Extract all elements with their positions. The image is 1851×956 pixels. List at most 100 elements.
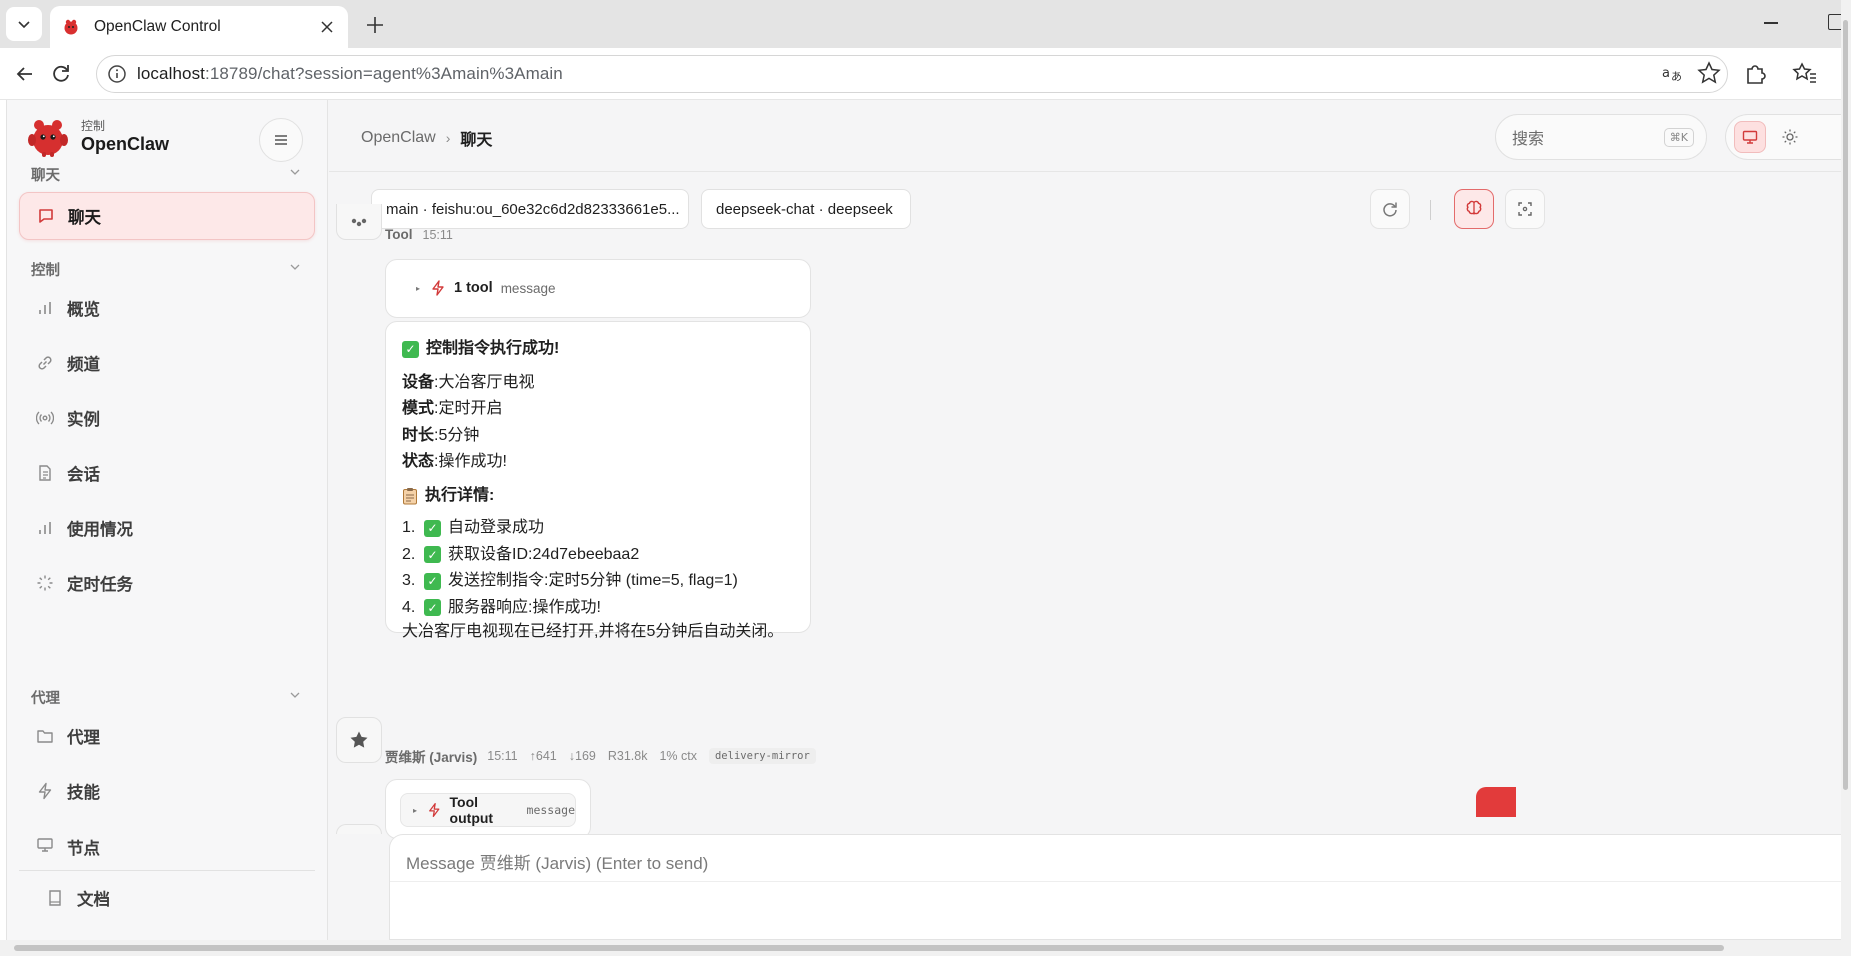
check-icon: ✓ bbox=[402, 340, 419, 358]
search-input[interactable]: 搜索 ⌘K bbox=[1495, 114, 1707, 160]
sidebar-item-label: 技能 bbox=[67, 784, 100, 802]
list-item: 4. ✓ 服务器响应:操作成功! bbox=[402, 598, 601, 617]
sidebar-item-label: 代理 bbox=[67, 729, 100, 747]
sidebar-item-chat[interactable]: 聊天 bbox=[19, 192, 315, 240]
refresh-icon bbox=[1383, 202, 1397, 217]
tool-link-icon bbox=[351, 218, 367, 226]
reply-title: ✓ 控制指令执行成功! bbox=[402, 336, 783, 363]
tool-output-toggle[interactable]: ▸ Tool output message bbox=[400, 793, 576, 827]
message-time: 15:11 bbox=[487, 749, 518, 763]
sidebar-item-agents[interactable]: 代理 bbox=[19, 712, 315, 760]
composer-placeholder: Message 贾维斯 (Jarvis) (Enter to send) bbox=[406, 854, 709, 873]
model-select[interactable]: deepseek-chat · deepseek bbox=[701, 189, 911, 229]
brand: 控制 OpenClaw bbox=[27, 116, 169, 158]
reply-body: ✓ 控制指令执行成功! 设备:大冶客厅电视 模式:定时开启 时长:5分钟 状态:… bbox=[402, 336, 783, 643]
top-header: OpenClaw › 聊天 搜索 ⌘K bbox=[329, 100, 1842, 172]
theme-system-button[interactable] bbox=[1734, 121, 1766, 153]
site-info-icon[interactable] bbox=[107, 64, 127, 84]
sender-name: Tool bbox=[385, 227, 413, 242]
bolt-icon bbox=[429, 803, 440, 817]
check-icon: ✓ bbox=[424, 599, 441, 617]
sidebar-item-instances[interactable]: 实例 bbox=[19, 394, 315, 442]
breadcrumb-separator: › bbox=[445, 130, 451, 146]
extensions-icon[interactable] bbox=[1742, 60, 1768, 86]
url-text: localhost:18789/chat?session=agent%3Amai… bbox=[137, 64, 563, 83]
scrollbar-thumb[interactable] bbox=[14, 945, 1724, 951]
sidebar-item-overview[interactable]: 概览 bbox=[19, 284, 315, 332]
chat-bubble-icon bbox=[36, 206, 56, 226]
toolbar-divider bbox=[1430, 200, 1431, 220]
section-header-agent[interactable]: 代理 bbox=[31, 687, 60, 708]
tab-title: OpenClaw Control bbox=[94, 18, 221, 35]
theme-light-button[interactable] bbox=[1776, 123, 1804, 151]
chevron-down-icon[interactable] bbox=[289, 166, 301, 178]
search-placeholder: 搜索 bbox=[1512, 131, 1545, 148]
minimize-window-icon[interactable] bbox=[1764, 22, 1778, 24]
sidebar-item-docs[interactable]: 文档 bbox=[29, 874, 315, 922]
tokens-down: ↓169 bbox=[568, 749, 596, 763]
session-select[interactable]: main · feishu:ou_60e32c6d2d82333661e5... bbox=[371, 189, 689, 229]
message-time: 15:11 bbox=[422, 227, 453, 242]
translate-icon[interactable]: aあ bbox=[1660, 60, 1686, 86]
sidebar-item-nodes[interactable]: 节点 bbox=[19, 822, 315, 862]
tool-call-summary[interactable]: ▸ 1 tool message bbox=[416, 280, 555, 296]
sidebar-item-scheduled-tasks[interactable]: 定时任务 bbox=[19, 559, 315, 607]
loader-icon bbox=[35, 573, 55, 593]
section-header-chat[interactable]: 聊天 bbox=[31, 164, 60, 185]
thinking-toggle-button[interactable] bbox=[1454, 189, 1494, 229]
list-item: 1. ✓ 自动登录成功 bbox=[402, 519, 545, 537]
vertical-scrollbar[interactable] bbox=[1841, 0, 1851, 956]
sidebar-item-usage[interactable]: 使用情况 bbox=[19, 504, 315, 552]
reload-icon[interactable] bbox=[48, 61, 74, 87]
openclaw-logo-icon bbox=[28, 120, 68, 157]
sidebar-item-skills[interactable]: 技能 bbox=[19, 767, 315, 815]
tool-output-tag: message bbox=[526, 803, 575, 817]
assistant-reply-card: ✓ 控制指令执行成功! 设备:大冶客厅电视 模式:定时开启 时长:5分钟 状态:… bbox=[385, 321, 811, 640]
delivery-tag: delivery-mirror bbox=[708, 748, 816, 764]
browser-tab[interactable]: OpenClaw Control bbox=[50, 6, 348, 48]
favorites-icon[interactable] bbox=[1792, 60, 1818, 86]
tool-output-card[interactable]: ▸ Tool output message bbox=[385, 779, 591, 839]
scrollbar-thumb[interactable] bbox=[1843, 20, 1848, 790]
assistant-message-meta: 贾维斯 (Jarvis) 15:11 ↑641 ↓169 R31.8k 1% c… bbox=[385, 746, 816, 766]
bar-chart-icon bbox=[35, 518, 55, 538]
send-button[interactable] bbox=[1476, 787, 1516, 817]
sidebar-item-sessions[interactable]: 会话 bbox=[19, 449, 315, 497]
close-tab-icon[interactable] bbox=[318, 18, 336, 36]
hamburger-icon bbox=[275, 135, 287, 145]
focus-frame-icon bbox=[1518, 202, 1532, 216]
bookmark-star-icon[interactable] bbox=[1696, 60, 1722, 86]
check-icon: ✓ bbox=[424, 546, 441, 564]
refresh-button[interactable] bbox=[1370, 189, 1410, 229]
monitor-icon bbox=[1742, 130, 1758, 144]
tool-output-label: Tool output bbox=[449, 794, 494, 826]
tool-call-card[interactable]: ▸ 1 tool message bbox=[385, 259, 811, 318]
bolt-icon bbox=[35, 781, 55, 801]
kv-mode: 模式:定时开启 bbox=[402, 400, 503, 417]
sidebar-item-label: 节点 bbox=[67, 840, 100, 858]
brand-subtitle: 控制 bbox=[81, 119, 106, 133]
chevron-down-icon[interactable] bbox=[289, 261, 301, 273]
sidebar-item-label: 频道 bbox=[67, 356, 100, 374]
list-item: 3. ✓ 发送控制指令:定时5分钟 (time=5, flag=1) bbox=[402, 572, 738, 590]
app-window: 控制 OpenClaw 聊天 聊天 控制 概览 频道 实例 会话 使用情况 定时… bbox=[6, 100, 1842, 940]
menu-toggle-button[interactable] bbox=[259, 118, 303, 162]
focus-mode-button[interactable] bbox=[1505, 189, 1545, 229]
section-header-control[interactable]: 控制 bbox=[31, 259, 60, 280]
openclaw-favicon-icon bbox=[64, 19, 78, 35]
chevron-down-icon[interactable] bbox=[289, 689, 301, 701]
steps-list: 1. ✓ 自动登录成功 2. ✓ 获取设备ID:24d7ebeebaa2 3. ✓ 发送控制… bbox=[402, 515, 783, 621]
list-item: 2. ✓ 获取设备ID:24d7ebeebaa2 bbox=[402, 545, 640, 564]
breadcrumb-root[interactable]: OpenClaw bbox=[361, 129, 436, 147]
message-composer[interactable]: Message 贾维斯 (Jarvis) (Enter to send) bbox=[389, 834, 1842, 940]
url-input[interactable]: localhost:18789/chat?session=agent%3Amai… bbox=[96, 55, 1728, 93]
back-arrow-icon[interactable] bbox=[12, 61, 38, 87]
horizontal-scrollbar[interactable] bbox=[0, 940, 1851, 956]
folder-icon bbox=[35, 726, 55, 746]
sidebar-item-label: 概览 bbox=[67, 301, 100, 319]
new-tab-icon[interactable] bbox=[362, 12, 388, 38]
sidebar-item-channels[interactable]: 频道 bbox=[19, 339, 315, 387]
kv-status: 状态:操作成功! bbox=[402, 453, 507, 470]
expand-triangle-icon: ▸ bbox=[416, 283, 421, 293]
tab-search-button[interactable] bbox=[6, 7, 42, 41]
